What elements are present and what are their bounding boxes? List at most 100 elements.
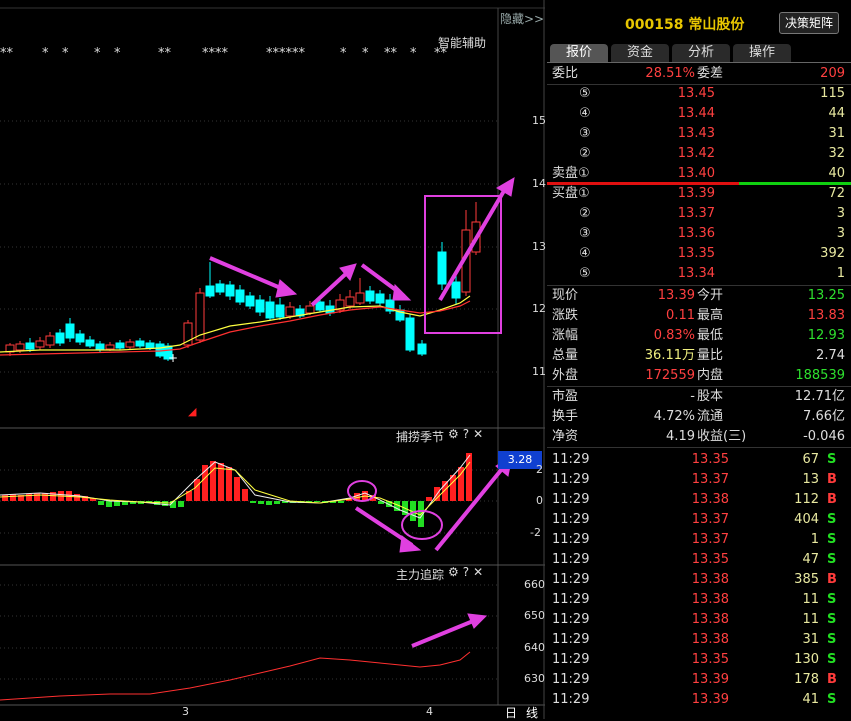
close-icon[interactable]: ✕	[473, 565, 487, 579]
tick-volume: 41	[802, 692, 819, 707]
candle-body	[305, 305, 315, 314]
tick-side: S	[827, 512, 837, 527]
sell-level-row: ③ 13.43 31	[547, 124, 851, 144]
tick-side: S	[827, 532, 837, 547]
candle-body	[255, 299, 265, 313]
price-value: 13.44	[677, 106, 715, 121]
x-axis-label: 3	[182, 705, 189, 718]
signal-star: *	[410, 46, 417, 61]
kline-chart-area[interactable]: ◢ + 隐藏>> 智能辅助 ** * * * * ** **** ****** * * ** * ** …	[0, 0, 546, 721]
stat-label: 量比	[697, 348, 724, 363]
tab-operation[interactable]: 操作	[733, 44, 791, 62]
indicator1-bar	[226, 467, 232, 501]
chart-canvas: ◢ +	[0, 0, 545, 719]
indicator1-bar	[234, 477, 240, 501]
order-ratio-row: 委比 28.51% 委差 209	[547, 64, 851, 84]
candle-body	[235, 289, 245, 303]
candle-body	[245, 295, 255, 307]
indicator1-axis-label: -2	[530, 526, 541, 539]
signal-star: *	[94, 46, 101, 61]
stock-name: 常山股份	[688, 17, 745, 33]
period-line-button[interactable]: 线	[526, 704, 538, 721]
indicator1-bar	[210, 461, 216, 501]
signal-star: *	[114, 46, 121, 61]
hide-panel-button[interactable]: 隐藏>>	[500, 10, 544, 27]
signal-star: **	[0, 46, 13, 61]
candlesticks	[5, 202, 481, 361]
price-value: 13.45	[677, 86, 715, 101]
indicator1-bar	[10, 494, 16, 501]
settings-icon[interactable]: ⚙	[448, 427, 463, 441]
tick-time: 11:29	[552, 532, 590, 547]
candle-body	[451, 281, 461, 299]
stat-row: 外盘 172559 内盘 188539	[547, 366, 851, 386]
indicator1-bars	[2, 453, 472, 527]
level-label: ③	[579, 126, 591, 141]
indicator2-controls[interactable]: ⚙?✕	[448, 565, 487, 579]
help-icon[interactable]: ?	[463, 427, 473, 441]
stat-label: 总量	[552, 348, 579, 363]
candle-body	[285, 306, 295, 317]
volume-value: 1	[836, 266, 845, 281]
tick-volume: 47	[802, 552, 819, 567]
volume-value: 40	[828, 166, 845, 181]
candle-body	[105, 344, 115, 350]
candle-body	[375, 293, 385, 304]
candle-body	[55, 332, 65, 344]
fundamental-row: 市盈 - 股本 12.71亿	[547, 387, 851, 407]
volume-value: 32	[828, 146, 845, 161]
stat-label: 外盘	[552, 368, 579, 383]
stat-value: 36.11万	[644, 348, 695, 363]
price-value: 13.40	[677, 166, 715, 181]
fund-value: -	[690, 389, 695, 404]
tick-row: 11:29 13.35 67 S	[547, 450, 851, 470]
indicator1-bar	[458, 467, 464, 501]
indicator2-axis-label: 660	[524, 578, 545, 591]
candle-body	[25, 342, 35, 350]
candle-body	[183, 322, 193, 346]
candle-body	[315, 301, 325, 311]
stat-label: 最高	[697, 308, 724, 323]
fund-label: 股本	[697, 389, 724, 404]
level-label: ⑤	[579, 266, 591, 281]
decision-matrix-button[interactable]: 决策矩阵	[779, 12, 839, 34]
fundamental-row: 换手 4.72% 流通 7.66亿	[547, 407, 851, 427]
fundamental-row: 净资 4.19 收益(三) -0.046	[547, 427, 851, 447]
signal-star: *	[62, 46, 69, 61]
close-icon[interactable]: ✕	[473, 427, 487, 441]
signal-star: *	[42, 46, 49, 61]
tab-analysis[interactable]: 分析	[672, 44, 730, 62]
tick-price: 13.35	[691, 452, 729, 467]
candle-body	[85, 339, 95, 347]
tick-time: 11:29	[552, 492, 590, 507]
tick-volume: 67	[802, 452, 819, 467]
price-axis-label: 13	[532, 240, 546, 253]
price-axis-label: 14	[532, 177, 546, 190]
help-icon[interactable]: ?	[463, 565, 473, 579]
tick-price: 13.39	[691, 692, 729, 707]
indicator1-controls[interactable]: ⚙?✕	[448, 427, 487, 441]
candle-body	[265, 301, 275, 319]
x-axis-label: 4	[426, 705, 433, 718]
fund-value: 7.66亿	[803, 409, 845, 424]
buy-level-row: ③ 13.36 3	[547, 224, 851, 244]
tick-time: 11:29	[552, 512, 590, 527]
settings-icon[interactable]: ⚙	[448, 565, 463, 579]
stat-label: 现价	[552, 288, 579, 303]
volume-value: 3	[836, 226, 845, 241]
candle-body	[115, 342, 125, 349]
tick-volume: 112	[794, 492, 819, 507]
indicator1-bar	[42, 493, 48, 501]
period-day-button[interactable]: 日	[505, 704, 517, 721]
candle-body	[135, 340, 145, 347]
tick-time: 11:29	[552, 552, 590, 567]
tick-time: 11:29	[552, 472, 590, 487]
tab-quote[interactable]: 报价	[550, 44, 608, 62]
tab-funds[interactable]: 资金	[611, 44, 669, 62]
tick-time: 11:29	[552, 612, 590, 627]
tick-time: 11:29	[552, 652, 590, 667]
level-label: ③	[579, 226, 591, 241]
signal-star: ******	[266, 46, 305, 61]
order-ratio-value: 28.51%	[645, 66, 695, 81]
tick-volume: 385	[794, 572, 819, 587]
